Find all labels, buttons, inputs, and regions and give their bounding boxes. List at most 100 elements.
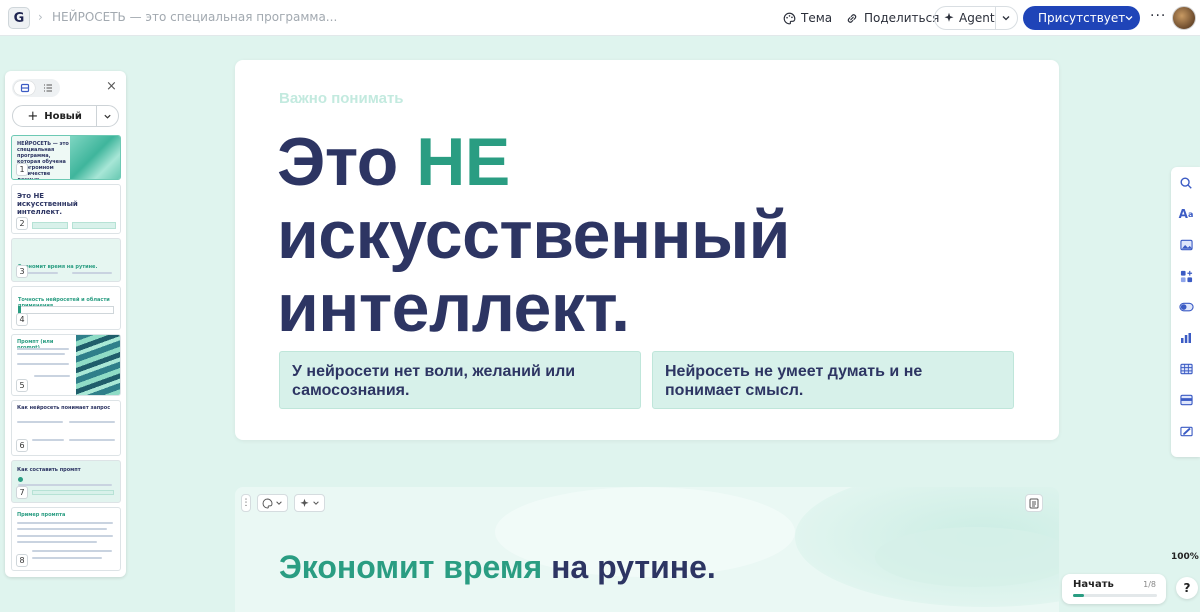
table-icon[interactable] (1178, 361, 1194, 377)
thumb-text-line (32, 439, 64, 441)
avatar[interactable] (1172, 6, 1196, 30)
card-view-icon[interactable] (14, 81, 35, 95)
slide-thumbnail-5[interactable]: Промпт (или prompt) 5 (11, 334, 121, 396)
list-view-icon[interactable] (37, 81, 58, 95)
new-slide-dropdown[interactable] (96, 106, 118, 126)
present-dropdown[interactable] (1118, 13, 1140, 23)
thumb-wave-image (76, 335, 120, 395)
thumb-title: Это НЕ искусственный интеллект. (17, 192, 78, 216)
agent-dropdown[interactable] (994, 6, 1017, 30)
thumb-text-line (32, 550, 112, 552)
thumb-text-line (34, 375, 70, 377)
callout-box-2[interactable]: Нейросеть не умеет думать и не понимает … (652, 351, 1014, 409)
thumb-dot (18, 477, 23, 482)
thumb-text-line (17, 348, 69, 350)
thumb-callout (32, 490, 114, 495)
top-bar: G › НЕЙРОСЕТЬ — это специальная программ… (0, 0, 1200, 36)
drag-handle-icon[interactable]: ⋮ (241, 494, 251, 512)
theme-label: Тема (801, 11, 833, 25)
app-logo[interactable]: G (8, 7, 30, 29)
chevron-down-icon (313, 501, 319, 505)
draw-icon[interactable] (1178, 423, 1194, 439)
chevron-down-icon (1125, 16, 1133, 21)
start-label: Начать (1073, 579, 1114, 590)
slide-number: 6 (16, 439, 28, 452)
slide-thumbnail-3[interactable]: Экономит время на рутине. 3 (11, 238, 121, 282)
thumb-text-line (72, 272, 112, 274)
text-style-icon[interactable]: Aa (1178, 206, 1194, 222)
share-button[interactable]: Поделиться (845, 8, 939, 28)
thumb-callout (72, 222, 116, 229)
notes-icon[interactable] (1025, 494, 1043, 512)
plus-icon: + (27, 108, 39, 124)
search-icon[interactable] (1178, 175, 1194, 191)
title-rest: на рутине. (542, 549, 716, 585)
progress-count: 1/8 (1143, 580, 1156, 589)
thumb-title: Как составить промпт (17, 467, 81, 473)
slide-headline[interactable]: Это НЕ искусственный интеллект. (277, 126, 977, 345)
headline-line-2: искусственный (277, 197, 790, 273)
slide-number: 2 (16, 217, 28, 230)
getting-started-card[interactable]: Начать 1/8 (1062, 574, 1166, 604)
chevron-down-icon (276, 501, 282, 505)
callout-box-1[interactable]: У нейросети нет воли, желаний или самосо… (279, 351, 641, 409)
thumb-text-line (17, 363, 69, 365)
present-button[interactable]: Присутствует (1023, 6, 1140, 30)
slide-thumbnail-6[interactable]: Как нейросеть понимает запрос 6 (11, 400, 121, 456)
slide-ai-button[interactable] (294, 494, 325, 512)
help-button[interactable]: ? (1176, 577, 1198, 599)
slide-number: 4 (16, 313, 28, 326)
slide-number: 3 (16, 265, 28, 278)
share-label: Поделиться (864, 11, 940, 25)
slide-theme-button[interactable] (257, 494, 288, 512)
slide-thumbnail-2[interactable]: Это НЕ искусственный интеллект. 2 (11, 184, 121, 234)
slide-toolbar: ⋮ (241, 494, 325, 512)
sparkle-icon (944, 12, 954, 22)
thumb-text-line (32, 557, 102, 559)
slide-kicker[interactable]: Важно понимать (279, 90, 404, 107)
sparkle-icon (300, 498, 309, 507)
breadcrumb-chevron-icon: › (38, 10, 43, 24)
headline-accent: НЕ (416, 124, 510, 200)
present-label: Присутствует (1038, 11, 1126, 25)
headline-line-3: интеллект. (277, 270, 630, 346)
slide-number: 1 (16, 163, 28, 176)
thumb-text-line (17, 353, 65, 355)
theme-button[interactable]: Тема (783, 8, 832, 28)
slide-thumbnail-4[interactable]: Точность нейросетей и области применения… (11, 286, 121, 330)
new-slide-label: Новый (44, 110, 82, 122)
slide-number: 5 (16, 379, 28, 392)
zoom-level[interactable]: 100% (1171, 552, 1199, 562)
slide-card-1[interactable]: Важно понимать Это НЕ искусственный инте… (235, 60, 1059, 440)
thumb-text-line (69, 439, 115, 441)
slide-thumbnail-7[interactable]: Как составить промпт 7 (11, 460, 121, 503)
thumb-text-line (17, 522, 113, 524)
blocks-icon[interactable] (1178, 268, 1194, 284)
link-icon (847, 13, 857, 23)
layout-icon[interactable] (1178, 392, 1194, 408)
document-title[interactable]: НЕЙРОСЕТЬ — это специальная программа... (52, 10, 337, 24)
headline-text: Это (277, 124, 417, 200)
chart-icon[interactable] (1178, 330, 1194, 346)
tool-rail: Aa (1171, 167, 1200, 457)
thumb-title: Как нейросеть понимает запрос (17, 405, 111, 411)
slide-thumbnail-8[interactable]: Пример промпта 8 (11, 507, 121, 571)
thumb-title: Пример промпта (17, 512, 66, 518)
thumb-text-line (17, 421, 63, 423)
agent-button[interactable]: Agent (934, 6, 1018, 30)
more-options-icon[interactable]: ··· (1150, 8, 1166, 24)
thumb-title: Экономит время на рутине. (18, 264, 98, 270)
title-accent: Экономит время (279, 549, 543, 585)
thumb-text-line (18, 484, 112, 486)
thumb-bar (18, 306, 114, 314)
new-slide-button[interactable]: + Новый (12, 105, 119, 127)
image-icon[interactable] (1178, 237, 1194, 253)
slide-number: 7 (16, 486, 28, 499)
close-icon[interactable]: × (106, 79, 117, 94)
slide-2-title[interactable]: Экономит время на рутине. (279, 549, 716, 586)
slide-card-2[interactable]: ⋮ Экономит время на рутине. (235, 487, 1059, 612)
view-toggle[interactable] (12, 79, 60, 97)
chevron-down-icon (104, 114, 111, 119)
toggle-icon[interactable] (1178, 299, 1194, 315)
slide-thumbnail-1[interactable]: НЕЙРОСЕТЬ — это специальная программа, к… (11, 135, 121, 180)
